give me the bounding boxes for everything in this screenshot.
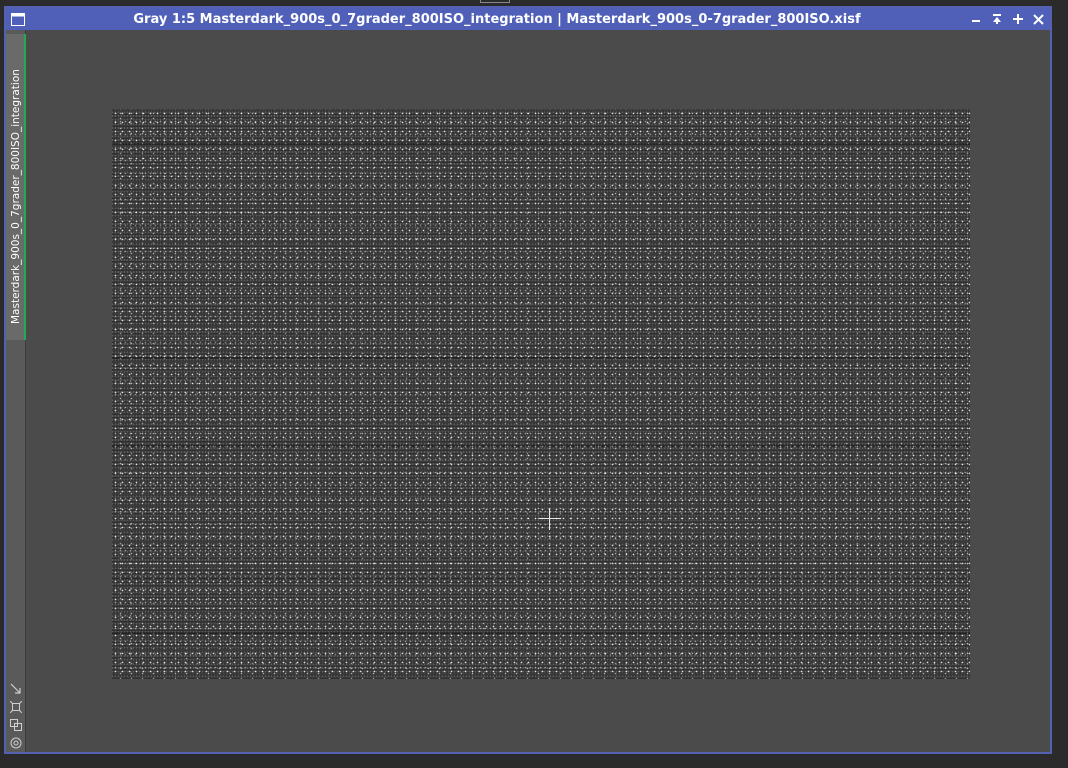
- maximize-icon: [1012, 14, 1023, 24]
- resize-arrow-button[interactable]: [8, 681, 24, 696]
- image-window: Gray 1:5 Masterdark_900s_0_7grader_800IS…: [4, 6, 1052, 754]
- window-titlebar[interactable]: Gray 1:5 Masterdark_900s_0_7grader_800IS…: [6, 8, 1050, 30]
- view-tab-label: Masterdark_900s_0_7grader_800ISO_integra…: [10, 69, 22, 324]
- window-title: Gray 1:5 Masterdark_900s_0_7grader_800IS…: [133, 11, 861, 27]
- master-dark-image[interactable]: [112, 109, 970, 679]
- resize-arrow-icon: [10, 683, 21, 694]
- maximize-button[interactable]: [1008, 10, 1027, 28]
- strip-tools: [6, 681, 26, 750]
- image-canvas[interactable]: [27, 30, 1050, 752]
- shade-button[interactable]: [987, 10, 1006, 28]
- minimize-button[interactable]: [966, 10, 985, 28]
- cursor-crosshair-icon: [539, 508, 561, 530]
- shade-icon: [992, 14, 1001, 24]
- screen-top-notch: [480, 0, 510, 3]
- view-selector-strip: Masterdark_900s_0_7grader_800ISO_integra…: [6, 30, 26, 752]
- close-icon: [1033, 13, 1044, 25]
- clone-button[interactable]: [8, 717, 24, 732]
- close-button[interactable]: [1029, 10, 1048, 28]
- fit-view-icon: [10, 700, 22, 713]
- clone-icon: [10, 718, 22, 731]
- view-tab[interactable]: Masterdark_900s_0_7grader_800ISO_integra…: [6, 34, 26, 340]
- preview-button[interactable]: [8, 735, 24, 750]
- window-controls: [966, 10, 1048, 28]
- fit-view-button[interactable]: [8, 699, 24, 714]
- minimize-icon: [971, 20, 980, 22]
- preview-icon: [10, 737, 22, 748]
